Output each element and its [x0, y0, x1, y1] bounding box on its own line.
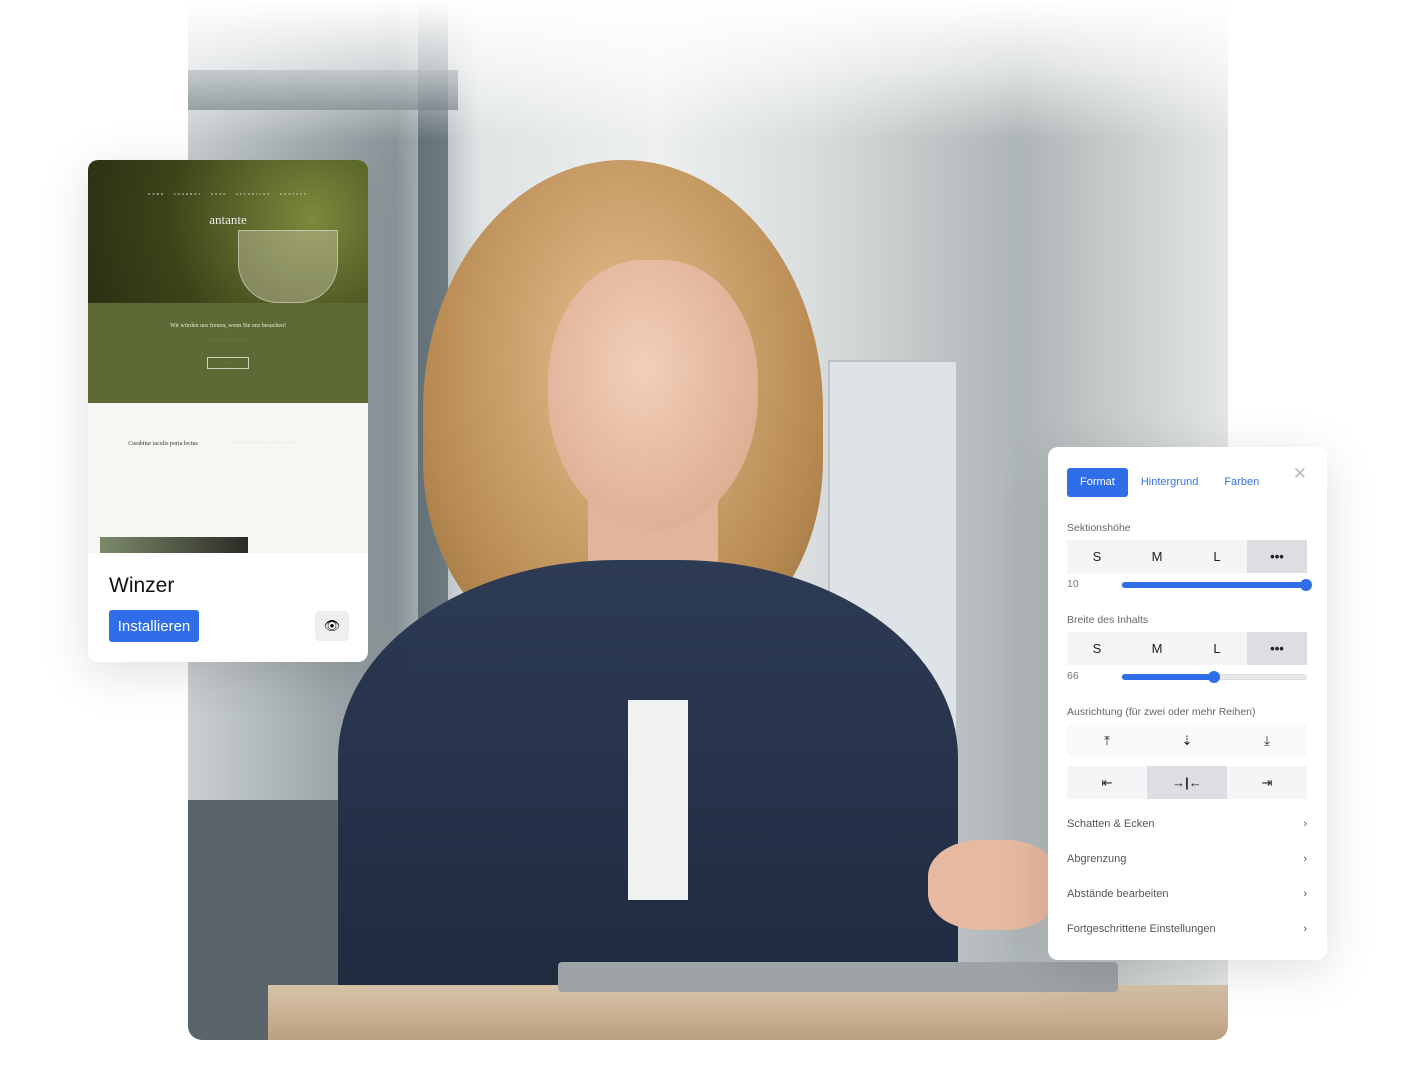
preview-button[interactable]: 👁	[315, 611, 349, 641]
thumb-headline: Wir würden uns freuen, wenn Sie uns besu…	[169, 323, 287, 329]
option-l[interactable]: L	[1187, 540, 1247, 573]
chevron-right-icon: ›	[1303, 818, 1307, 830]
option-custom[interactable]: •••	[1247, 540, 1307, 573]
desk	[268, 985, 1228, 1040]
top-fade	[188, 0, 1228, 140]
slider-handle[interactable]	[1208, 671, 1220, 683]
option-l[interactable]: L	[1187, 632, 1247, 665]
align-middle-icon[interactable]: ⇣	[1147, 724, 1227, 757]
option-m[interactable]: M	[1127, 540, 1187, 573]
tab-format[interactable]: Format	[1067, 468, 1128, 497]
thumb-section-title: Curabitur iaculis porta lectus	[128, 441, 198, 447]
section-height-label: Sektionshöhe	[1067, 522, 1131, 534]
thumb-image	[100, 537, 248, 553]
align-bottom-icon[interactable]: ⤓	[1227, 724, 1307, 757]
tab-hintergrund[interactable]: Hintergrund	[1128, 468, 1211, 497]
section-height-selector: S M L •••	[1067, 540, 1307, 573]
laptop	[558, 962, 1118, 992]
section-height-slider[interactable]	[1121, 579, 1312, 591]
option-s[interactable]: S	[1067, 540, 1127, 573]
horizontal-alignment: ⇤ →|← ⇥	[1067, 766, 1307, 799]
eye-icon: 👁	[323, 618, 341, 633]
panel-tabs: Format Hintergrund Farben	[1067, 468, 1272, 497]
close-icon[interactable]: ✕	[1293, 464, 1307, 484]
thumb-text: · · · · · · · · · · · · · · · · · · · ·	[208, 339, 248, 343]
thumb-logo: antante	[209, 212, 247, 227]
thumb-hero: HOME · ANGEBOT · SHOP · AKTUELLES · KONT…	[88, 160, 368, 303]
alignment-label: Ausrichtung (für zwei oder mehr Reihen)	[1067, 706, 1256, 718]
row-label: Abgrenzung	[1067, 853, 1127, 865]
row-schatten[interactable]: Schatten & Ecken ›	[1067, 818, 1307, 830]
align-top-icon[interactable]: ⤒	[1067, 724, 1147, 757]
row-label: Abstände bearbeiten	[1067, 888, 1169, 900]
content-width-label: Breite des Inhalts	[1067, 614, 1149, 626]
row-fortgeschritten[interactable]: Fortgeschrittene Einstellungen ›	[1067, 923, 1307, 935]
thumb-olive-section: Wir würden uns freuen, wenn Sie uns besu…	[88, 303, 368, 403]
chevron-right-icon: ›	[1303, 923, 1307, 935]
align-center-icon[interactable]: →|←	[1147, 766, 1227, 799]
option-m[interactable]: M	[1127, 632, 1187, 665]
option-s[interactable]: S	[1067, 632, 1127, 665]
option-custom[interactable]: •••	[1247, 632, 1307, 665]
thumb-paragraph: · · · · · · · · · · · · · · · · · · · · …	[230, 441, 300, 445]
content-width-slider[interactable]	[1121, 671, 1307, 683]
vertical-alignment: ⤒ ⇣ ⤓	[1067, 724, 1307, 757]
theme-name: Winzer	[109, 574, 175, 597]
woman-hand	[928, 840, 1058, 930]
row-abstaende[interactable]: Abstände bearbeiten ›	[1067, 888, 1307, 900]
woman-face	[548, 260, 758, 530]
theme-thumbnail[interactable]: HOME · ANGEBOT · SHOP · AKTUELLES · KONT…	[88, 160, 368, 553]
row-label: Schatten & Ecken	[1067, 818, 1155, 830]
install-button[interactable]: Installieren	[109, 610, 199, 642]
theme-card: HOME · ANGEBOT · SHOP · AKTUELLES · KONT…	[88, 160, 368, 662]
chevron-right-icon: ›	[1303, 853, 1307, 865]
align-right-icon[interactable]: ⇥	[1227, 766, 1307, 799]
section-height-value: 10	[1067, 578, 1079, 590]
tab-farben[interactable]: Farben	[1211, 468, 1272, 497]
wine-glass	[238, 230, 338, 303]
content-width-selector: S M L •••	[1067, 632, 1307, 665]
woman-shirt	[628, 700, 688, 900]
chevron-right-icon: ›	[1303, 888, 1307, 900]
thumb-light-section: Curabitur iaculis porta lectus · · · · ·…	[88, 403, 368, 553]
row-abgrenzung[interactable]: Abgrenzung ›	[1067, 853, 1307, 865]
thumb-nav: HOME · ANGEBOT · SHOP · AKTUELLES · KONT…	[148, 192, 308, 196]
row-label: Fortgeschrittene Einstellungen	[1067, 923, 1216, 935]
thumb-button: · · ·	[207, 357, 249, 369]
format-panel: Format Hintergrund Farben ✕ Sektionshöhe…	[1048, 447, 1327, 960]
slider-handle[interactable]	[1300, 579, 1312, 591]
content-width-value: 66	[1067, 670, 1079, 682]
align-left-icon[interactable]: ⇤	[1067, 766, 1147, 799]
